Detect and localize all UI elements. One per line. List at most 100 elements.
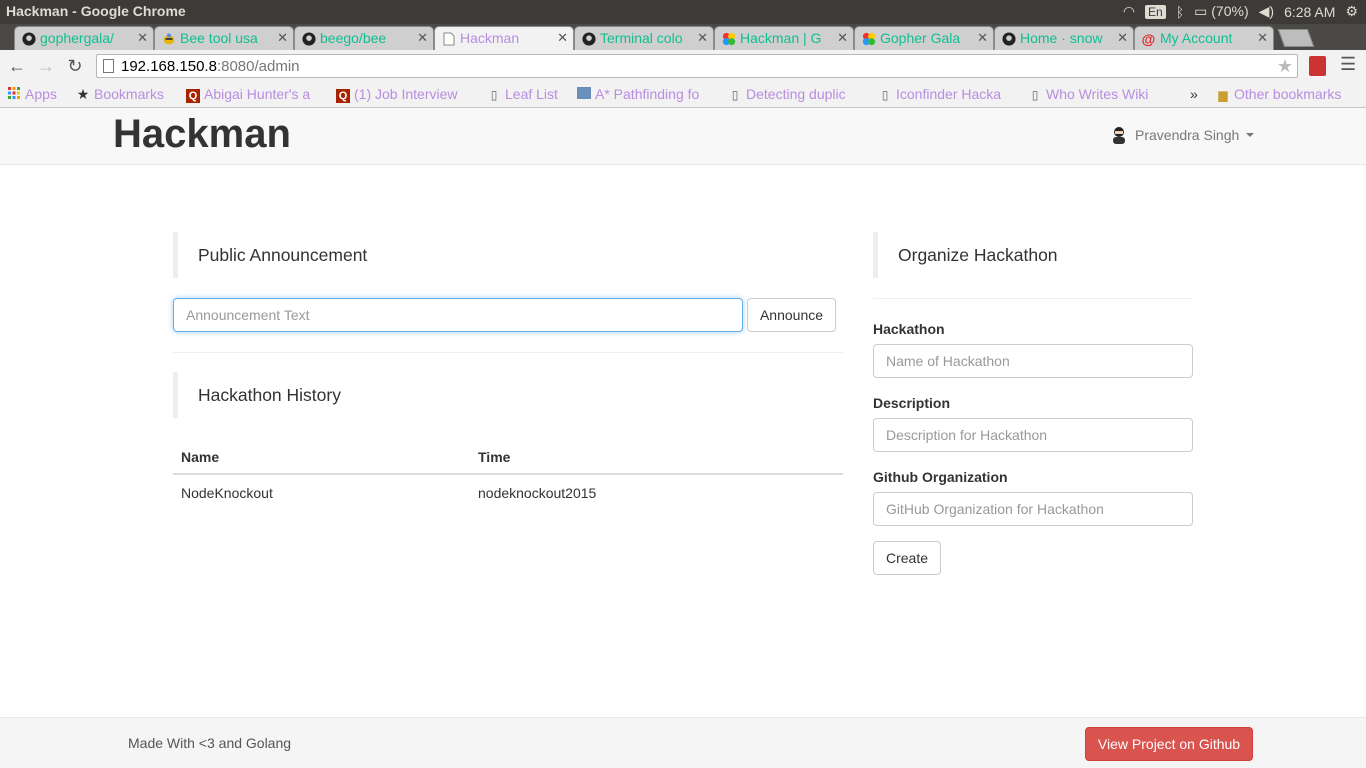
hackathon-name-input[interactable] — [873, 344, 1193, 378]
table-cell-time: nodeknockout2015 — [478, 485, 597, 501]
view-on-github-button[interactable]: View Project on Github — [1085, 727, 1253, 761]
page-icon — [103, 59, 114, 73]
os-top-bar: Hackman - Google Chrome ◠ En ᛒ ▭ (70%) ◀… — [0, 0, 1366, 24]
browser-tab[interactable]: gophergala/✕ — [14, 26, 154, 50]
close-tab-icon[interactable]: ✕ — [697, 30, 708, 46]
at-sign-icon: @ — [1141, 30, 1156, 47]
back-arrow-icon[interactable]: ← — [5, 54, 29, 78]
menu-hamburger-icon[interactable]: ☰ — [1340, 54, 1356, 75]
page-icon: ▯ — [731, 88, 739, 102]
bookmarks-bar: Apps ★ Bookmarks Q Abigai Hunter's a Q (1) … — [0, 82, 1366, 108]
user-dropdown[interactable]: Pravendra Singh — [1110, 126, 1255, 144]
folder-icon: ▆ — [1218, 88, 1228, 102]
image-icon — [577, 87, 591, 99]
github-icon — [21, 31, 36, 46]
quora-icon: Q — [186, 89, 200, 103]
browser-toolbar: ← → ↻ 192.168.150.8:8080/admin ★ ☰ — [0, 50, 1366, 82]
close-tab-icon[interactable]: ✕ — [1117, 30, 1128, 46]
quora-icon: Q — [336, 89, 350, 103]
organize-heading: Organize Hackathon — [873, 232, 1193, 278]
reload-icon[interactable]: ↻ — [63, 54, 87, 78]
bluetooth-icon[interactable]: ᛒ — [1176, 4, 1184, 20]
history-heading: Hackathon History — [173, 372, 843, 418]
extension-icon[interactable] — [1309, 56, 1326, 76]
close-tab-icon[interactable]: ✕ — [1257, 30, 1268, 46]
close-tab-icon[interactable]: ✕ — [837, 30, 848, 46]
create-button[interactable]: Create — [873, 541, 941, 575]
divider — [873, 298, 1193, 299]
bookmark-folder[interactable]: ★ Bookmarks — [76, 86, 176, 103]
app-navbar: Hackman Pravendra Singh — [0, 108, 1366, 165]
footer: Made With <3 and Golang View Project on … — [0, 717, 1366, 768]
footer-text: Made With <3 and Golang — [128, 735, 292, 751]
battery-indicator[interactable]: ▭ (70%) — [1194, 3, 1248, 20]
clock[interactable]: 6:28 AM — [1284, 4, 1335, 20]
bookmark-star-icon[interactable]: ★ — [1277, 56, 1293, 77]
browser-tab[interactable]: Home · snow ✕ — [994, 26, 1134, 50]
close-tab-icon[interactable]: ✕ — [417, 30, 428, 46]
browser-tab-active[interactable]: Hackman ✕ — [434, 26, 574, 50]
gopher-gala-icon — [721, 31, 736, 46]
address-bar[interactable]: 192.168.150.8:8080/admin ★ — [96, 54, 1298, 78]
close-tab-icon[interactable]: ✕ — [137, 30, 148, 46]
browser-tab[interactable]: beego/bee ✕ — [294, 26, 434, 50]
page-viewport: Hackman Pravendra Singh Public Announcem… — [0, 108, 1366, 768]
page-icon: ▯ — [1031, 88, 1039, 102]
window-title: Hackman - Google Chrome — [6, 3, 186, 19]
gopher-gala-icon — [861, 31, 876, 46]
column-header-name: Name — [173, 441, 470, 475]
github-icon — [581, 31, 596, 46]
bookmark-link[interactable]: ▯ Leaf List — [487, 86, 569, 102]
description-input[interactable] — [873, 418, 1193, 452]
history-table: Name Time NodeKnockout nodeknockout2015 — [173, 441, 843, 511]
new-tab-button[interactable] — [1277, 29, 1315, 47]
bookmark-link[interactable]: Q Abigai Hunter's a — [186, 86, 326, 103]
user-name: Pravendra Singh — [1135, 127, 1240, 143]
volume-icon[interactable]: ◀) — [1259, 3, 1274, 20]
table-cell-name: NodeKnockout — [181, 485, 273, 501]
bookmark-apps[interactable]: Apps — [7, 86, 67, 102]
table-row: NodeKnockout nodeknockout2015 — [173, 474, 843, 511]
browser-tab[interactable]: Gopher Gala ✕ — [854, 26, 994, 50]
bookmark-link[interactable]: Q (1) Job Interview — [336, 86, 476, 103]
announcement-input[interactable] — [173, 298, 743, 332]
page-icon — [441, 31, 456, 46]
divider — [173, 352, 843, 353]
bookmark-link[interactable]: ▯ Iconfinder Hacka — [878, 86, 1018, 102]
github-icon — [301, 31, 316, 46]
browser-tab[interactable]: Hackman | G ✕ — [714, 26, 854, 50]
bookmark-link[interactable]: ▯ Who Writes Wiki — [1028, 86, 1168, 102]
page-icon: ▯ — [881, 88, 889, 102]
wifi-icon[interactable]: ◠ — [1123, 3, 1135, 20]
star-icon: ★ — [76, 86, 90, 102]
close-tab-icon[interactable]: ✕ — [977, 30, 988, 46]
close-tab-icon[interactable]: ✕ — [277, 30, 288, 46]
url-text[interactable]: 192.168.150.8:8080/admin — [121, 58, 300, 75]
bee-icon — [161, 31, 176, 46]
browser-tab[interactable]: @ My Account ✕ — [1134, 26, 1274, 50]
browser-tab[interactable]: Bee tool usa ✕ — [154, 26, 294, 50]
browser-tab-strip: gophergala/✕ Bee tool usa ✕ beego/bee ✕ Ha… — [0, 24, 1366, 65]
github-org-input[interactable] — [873, 492, 1193, 526]
brand-logo[interactable]: Hackman — [113, 112, 291, 157]
hackathon-label: Hackathon — [873, 321, 945, 337]
close-tab-icon[interactable]: ✕ — [557, 30, 568, 46]
battery-icon: ▭ — [1194, 3, 1208, 19]
forward-arrow-icon[interactable]: → — [34, 54, 58, 78]
bookmarks-overflow-chevron[interactable]: » — [1190, 86, 1198, 102]
browser-tab[interactable]: Terminal colo ✕ — [574, 26, 714, 50]
announce-button[interactable]: Announce — [747, 298, 836, 332]
page-icon: ▯ — [490, 88, 498, 102]
bookmark-link[interactable]: ▯ Detecting duplic — [728, 86, 868, 102]
caret-down-icon — [1246, 133, 1255, 137]
other-bookmarks[interactable]: ▆ Other bookmarks — [1216, 86, 1364, 102]
column-header-time: Time — [470, 441, 843, 475]
system-tray: ◠ En ᛒ ▭ (70%) ◀) 6:28 AM ⚙ — [1123, 3, 1358, 20]
table-header-row: Name Time — [173, 441, 843, 475]
settings-gear-icon[interactable]: ⚙ — [1345, 3, 1358, 20]
bookmark-link[interactable]: A* Pathfinding fo — [577, 86, 717, 102]
github-icon — [1001, 31, 1016, 46]
keyboard-indicator[interactable]: En — [1145, 4, 1166, 19]
apps-grid-icon — [7, 87, 21, 102]
description-label: Description — [873, 395, 951, 411]
